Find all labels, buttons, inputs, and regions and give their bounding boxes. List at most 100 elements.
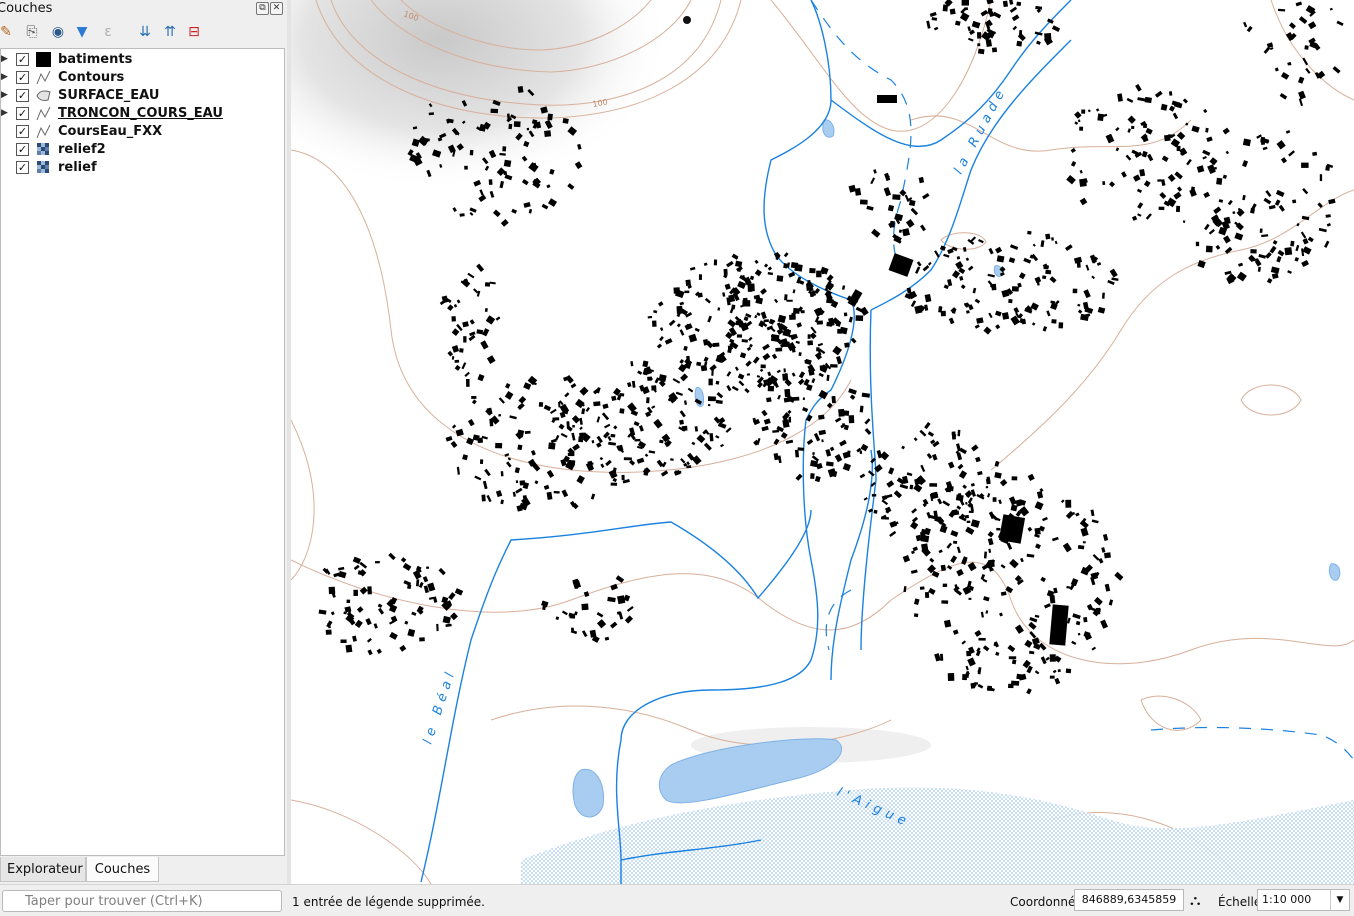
expand-arrow-icon[interactable]: ▶: [1, 108, 8, 118]
building-footprint: [982, 578, 988, 583]
remove-layer-icon[interactable]: ⊟: [184, 22, 204, 42]
building-footprint: [1305, 67, 1311, 74]
tab-explorer[interactable]: Explorateur: [0, 857, 86, 882]
layer-row-courseau_fxx[interactable]: ✓ CoursEau_FXX: [1, 123, 281, 141]
building-footprint: [834, 417, 842, 423]
building-footprint: [636, 457, 645, 464]
building-footprint: [947, 279, 953, 287]
expand-all-icon[interactable]: ⇊: [135, 22, 155, 42]
building-footprint: [402, 562, 412, 571]
map-canvas[interactable]: 100 100 la Ruade le Béal l'Aigue: [291, 0, 1354, 884]
layer-visibility-checkbox[interactable]: ✓: [16, 161, 29, 174]
building-footprint: [1051, 319, 1057, 324]
building-footprint: [1182, 98, 1188, 104]
building-footprint: [977, 43, 981, 47]
building-footprint: [1159, 191, 1167, 200]
layer-row-contours[interactable]: ▶ ✓ Contours: [1, 69, 281, 87]
float-panel-button[interactable]: ⧉: [256, 2, 269, 15]
mouse-coordinate-toggle-icon[interactable]: ⛬: [1190, 891, 1201, 909]
layer-visibility-checkbox[interactable]: ✓: [16, 89, 29, 102]
building-footprint: [703, 262, 708, 266]
building-footprint: [675, 391, 684, 397]
layer-visibility-checkbox[interactable]: ✓: [16, 125, 29, 138]
coordinate-field[interactable]: 846889,6345859: [1074, 889, 1184, 911]
building-footprint: [787, 409, 792, 414]
building-footprint: [555, 434, 560, 441]
building-footprint: [503, 159, 512, 168]
building-footprint: [590, 493, 596, 500]
building-footprint: [589, 629, 597, 638]
expression-filter-icon[interactable]: ε: [98, 22, 118, 42]
building-footprint: [1195, 241, 1200, 247]
add-group-icon[interactable]: ⎘: [22, 22, 42, 42]
building-footprint: [523, 382, 532, 390]
building-footprint: [901, 228, 910, 237]
building-footprint: [983, 596, 990, 602]
building-footprint: [367, 649, 373, 656]
scale-field[interactable]: 1:10 000 ▼: [1257, 889, 1350, 911]
building-footprint: [924, 304, 929, 311]
building-footprint: [832, 345, 842, 356]
building-footprint: [694, 327, 700, 333]
building-footprint: [1075, 620, 1081, 626]
building-footprint: [459, 213, 465, 217]
building-footprint: [626, 606, 634, 612]
layer-row-relief2[interactable]: ✓ relief2: [1, 141, 281, 159]
close-panel-button[interactable]: ✕: [270, 2, 283, 15]
layer-visibility-checkbox[interactable]: ✓: [16, 53, 29, 66]
building-footprint: [388, 552, 396, 561]
building-footprint: [1071, 640, 1077, 645]
building-footprint: [707, 315, 712, 323]
building-footprint: [1035, 5, 1043, 10]
collapse-all-icon[interactable]: ⇈: [160, 22, 180, 42]
building-footprint: [1082, 301, 1089, 310]
building-footprint: [1225, 150, 1230, 155]
building-footprint: [454, 359, 460, 363]
layer-row-troncon_cours_eau[interactable]: ▶ ✓ TRONCON_COURS_EAU: [1, 105, 281, 123]
building-footprint: [763, 319, 769, 323]
building-footprint: [947, 461, 955, 469]
building-footprint: [977, 683, 984, 689]
building-footprint: [1202, 156, 1207, 160]
building-footprint: [1139, 169, 1146, 177]
building-footprint: [967, 497, 973, 504]
building-footprint: [1143, 180, 1151, 188]
layer-visibility-checkbox[interactable]: ✓: [16, 143, 29, 156]
building-footprint: [1301, 260, 1309, 268]
building-footprint: [816, 347, 820, 352]
style-brush-icon[interactable]: ✎: [0, 22, 16, 42]
building-footprint: [934, 250, 940, 258]
building-footprint: [959, 447, 967, 455]
building-footprint: [818, 389, 829, 400]
layer-visibility-checkbox[interactable]: ✓: [16, 107, 29, 120]
expand-arrow-icon[interactable]: ▶: [1, 54, 8, 64]
building-footprint: [1019, 506, 1030, 517]
layer-row-relief[interactable]: ✓ relief: [1, 159, 281, 177]
building-footprint: [543, 484, 550, 490]
building-footprint: [995, 246, 1003, 254]
building-footprint: [495, 442, 503, 449]
building-footprint: [1176, 131, 1186, 141]
filter-icon[interactable]: ▼: [72, 22, 92, 42]
layer-visibility-checkbox[interactable]: ✓: [16, 71, 29, 84]
building-footprint: [1213, 206, 1222, 215]
expand-arrow-icon[interactable]: ▶: [1, 90, 8, 100]
building-footprint: [1131, 125, 1135, 130]
layer-row-surface_eau[interactable]: ▶ ✓ SURFACE_EAU: [1, 87, 281, 105]
chevron-down-icon[interactable]: ▼: [1330, 890, 1349, 910]
visibility-eye-icon[interactable]: ◉: [48, 22, 68, 42]
summit-point: [683, 16, 691, 24]
building-footprint: [941, 600, 949, 604]
building-footprint: [623, 457, 632, 461]
building-footprint: [679, 410, 686, 418]
building-footprint: [962, 484, 967, 490]
locator-search-input[interactable]: [2, 890, 282, 912]
expand-arrow-icon[interactable]: ▶: [1, 72, 8, 82]
building-footprint: [1026, 553, 1035, 558]
building-footprint: [484, 308, 488, 313]
building-footprint: [581, 630, 588, 638]
building-footprint: [898, 229, 903, 234]
building-footprint: [469, 207, 477, 213]
tab-layers[interactable]: Couches: [86, 857, 159, 882]
layer-row-batiments[interactable]: ▶ ✓ batiments: [1, 51, 281, 69]
